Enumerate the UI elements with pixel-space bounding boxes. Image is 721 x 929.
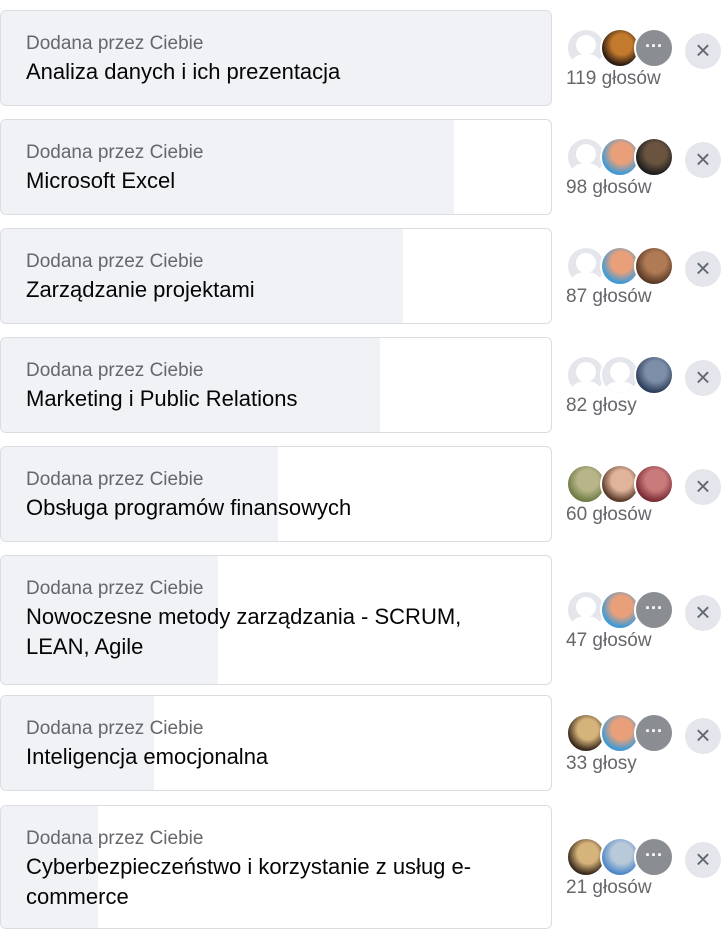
poll-option-row: Dodana przez Ciebie Microsoft Excel 98 gło… — [0, 119, 721, 215]
close-icon[interactable]: × — [685, 718, 721, 754]
poll-option-label: Obsługa programów finansowych — [26, 495, 352, 520]
vote-count[interactable]: 33 głosy — [566, 753, 637, 775]
voter-avatars[interactable]: ··· — [566, 713, 676, 753]
added-by-label: Dodana przez Ciebie — [26, 718, 204, 739]
poll-option-button[interactable]: Dodana przez Ciebie Nowoczesne metody zar… — [0, 555, 552, 685]
voter-avatars[interactable] — [566, 137, 676, 177]
close-icon[interactable]: × — [685, 595, 721, 631]
close-icon[interactable]: × — [685, 33, 721, 69]
close-icon[interactable]: × — [685, 469, 721, 505]
poll-option-button[interactable]: Dodana przez Ciebie Analiza danych i ich … — [0, 10, 552, 106]
more-voters-icon[interactable]: ··· — [634, 713, 674, 753]
vote-count[interactable]: 21 głosów — [566, 877, 652, 899]
vote-count[interactable]: 87 głosów — [566, 286, 652, 308]
more-voters-icon[interactable]: ··· — [634, 28, 674, 68]
poll-option-label: Marketing i Public Relations — [26, 386, 298, 411]
added-by-label: Dodana przez Ciebie — [26, 251, 204, 272]
added-by-label: Dodana przez Ciebie — [26, 578, 204, 599]
added-by-label: Dodana przez Ciebie — [26, 469, 204, 490]
close-icon[interactable]: × — [685, 360, 721, 396]
vote-count[interactable]: 60 głosów — [566, 504, 652, 526]
added-by-label: Dodana przez Ciebie — [26, 142, 204, 163]
poll-option-row: Dodana przez Ciebie Obsługa programów fin… — [0, 446, 721, 542]
added-by-label: Dodana przez Ciebie — [26, 828, 204, 849]
poll-option-row: Dodana przez Ciebie Cyberbezpieczeństwo i… — [0, 805, 721, 929]
more-voters-icon[interactable]: ··· — [634, 837, 674, 877]
poll-option-row: Dodana przez Ciebie Nowoczesne metody zar… — [0, 555, 721, 685]
poll-option-label: Analiza danych i ich prezentacja — [26, 59, 341, 84]
poll-option-button[interactable]: Dodana przez Ciebie Inteligencja emocjona… — [0, 695, 552, 791]
close-icon[interactable]: × — [685, 842, 721, 878]
poll-option-button[interactable]: Dodana przez Ciebie Marketing i Public Re… — [0, 337, 552, 433]
poll-option-label: Zarządzanie projektami — [26, 277, 255, 302]
vote-count[interactable]: 98 głosów — [566, 177, 652, 199]
poll-option-row: Dodana przez Ciebie Zarządzanie projektam… — [0, 228, 721, 324]
poll-option-row: Dodana przez Ciebie Marketing i Public Re… — [0, 337, 721, 433]
close-icon[interactable]: × — [685, 251, 721, 287]
vote-count[interactable]: 82 głosy — [566, 395, 637, 417]
added-by-label: Dodana przez Ciebie — [26, 360, 204, 381]
poll-option-row: Dodana przez Ciebie Analiza danych i ich … — [0, 10, 721, 106]
poll-option-label: Inteligencja emocjonalna — [26, 744, 269, 769]
added-by-label: Dodana przez Ciebie — [26, 33, 204, 54]
poll-option-row: Dodana przez Ciebie Inteligencja emocjona… — [0, 695, 721, 791]
voter-avatars[interactable] — [566, 464, 676, 504]
more-voters-icon[interactable]: ··· — [634, 590, 674, 630]
voter-avatar[interactable] — [634, 355, 674, 395]
poll-options-list: Dodana przez Ciebie Analiza danych i ich … — [0, 0, 721, 929]
close-icon[interactable]: × — [685, 142, 721, 178]
voter-avatars[interactable] — [566, 355, 676, 395]
voter-avatars[interactable]: ··· — [566, 28, 676, 68]
poll-option-button[interactable]: Dodana przez Ciebie Zarządzanie projektam… — [0, 228, 552, 324]
vote-count[interactable]: 47 głosów — [566, 630, 652, 652]
voter-avatar[interactable] — [634, 464, 674, 504]
poll-option-label: Cyberbezpieczeństwo i korzystanie z usłu… — [26, 854, 472, 909]
voter-avatars[interactable]: ··· — [566, 837, 676, 877]
poll-option-label: Microsoft Excel — [26, 168, 176, 193]
poll-option-label: Nowoczesne metody zarządzania - SCRUM, L… — [26, 604, 462, 659]
poll-option-button[interactable]: Dodana przez Ciebie Obsługa programów fin… — [0, 446, 552, 542]
poll-option-button[interactable]: Dodana przez Ciebie Microsoft Excel — [0, 119, 552, 215]
voter-avatars[interactable] — [566, 246, 676, 286]
vote-count[interactable]: 119 głosów — [566, 68, 661, 90]
voter-avatar[interactable] — [634, 246, 674, 286]
voter-avatar[interactable] — [634, 137, 674, 177]
poll-option-button[interactable]: Dodana przez Ciebie Cyberbezpieczeństwo i… — [0, 805, 552, 929]
voter-avatars[interactable]: ··· — [566, 590, 676, 630]
